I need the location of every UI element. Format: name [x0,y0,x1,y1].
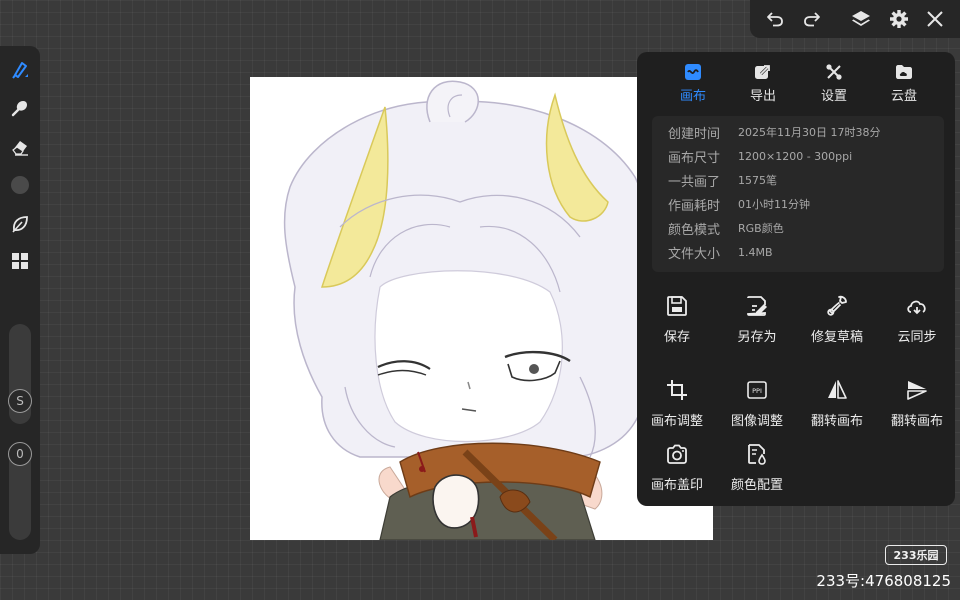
flip-canvas-vertical-button[interactable]: 翻转画布 [877,378,957,438]
canvas-info: 创建时间 2025年11月30日 17时38分 画布尺寸 1200×1200 -… [652,116,944,272]
canvas-icon [685,64,701,80]
redo-icon [804,12,820,27]
color-profile-label: 颜色配置 [730,478,783,493]
flip-canvas-horizontal-button[interactable]: 翻转画布 [797,378,877,438]
tab-cloud-drive[interactable]: 云盘 [869,60,939,106]
settings-button[interactable] [886,6,912,32]
undo-icon [767,12,783,27]
cloud-sync-icon [907,300,926,315]
repair-draft-label: 修复草稿 [810,330,863,345]
tab-canvas-label: 画布 [679,89,706,104]
close-button[interactable] [922,6,948,32]
grid-icon [12,253,28,269]
watermark-logo: 233乐园 [885,545,947,565]
size-slider-label: S [16,394,24,408]
tools-icon [826,64,842,80]
cloud-sync-button[interactable]: 云同步 [877,294,957,354]
info-row-file-size: 文件大小 1.4MB [668,242,773,262]
info-key: 颜色模式 [668,222,721,238]
tab-settings-label: 设置 [820,89,847,104]
info-key: 一共画了 [668,174,721,190]
layers-button[interactable] [848,6,874,32]
panel-tabs: 画布 导出 设置 云盘 [637,60,955,106]
watermark-id: 233号:476808125 [816,572,951,590]
canvas-adjust-button[interactable]: 画布调整 [637,378,717,438]
repair-draft-button[interactable]: 修复草稿 [797,294,877,354]
left-toolbar: S 0 [0,46,40,554]
info-value: RGB颜色 [738,222,784,235]
tab-export-label: 导出 [749,89,776,104]
color-profile-button[interactable]: 颜色配置 [717,442,797,502]
tab-export[interactable]: 导出 [728,60,798,106]
redo-button[interactable] [799,6,825,32]
brush-icon [12,62,28,79]
top-toolbar [750,0,960,38]
image-adjust-label: 图像调整 [730,414,783,429]
export-icon [755,64,771,79]
gear-icon [890,10,908,28]
close-icon [927,11,943,27]
tab-canvas[interactable]: 画布 [658,60,728,106]
info-value: 1.4MB [738,245,773,259]
save-as-label: 另存为 [737,330,777,345]
info-value: 01小时11分钟 [738,198,810,211]
save-as-icon [747,296,767,316]
color-profile-icon [748,444,766,465]
brush-tool[interactable] [6,56,34,84]
flip-canvas-horizontal-label: 翻转画布 [810,414,863,429]
save-button[interactable]: 保存 [637,294,717,354]
layers-icon [852,11,870,26]
wrench-icon [827,295,847,316]
info-row-size: 画布尺寸 1200×1200 - 300ppi [668,146,852,166]
info-key: 创建时间 [668,126,721,142]
info-value: 1575笔 [738,174,777,187]
color-swatch-icon [11,176,29,194]
undo-button[interactable] [762,6,788,32]
ppi-icon: PPI [747,381,767,399]
info-row-duration: 作画耗时 01小时11分钟 [668,194,810,214]
info-row-created: 创建时间 2025年11月30日 17时38分 [668,122,880,142]
smudge-icon [11,101,27,117]
save-label: 保存 [663,330,690,345]
info-value: 2025年11月30日 17时38分 [738,126,881,139]
save-as-button[interactable]: 另存为 [717,294,797,354]
save-icon [667,296,687,316]
tab-cloud-drive-label: 云盘 [890,89,917,104]
eraser-icon [12,141,28,156]
info-row-strokes: 一共画了 1575笔 [668,170,777,190]
flip-vertical-icon [907,381,927,400]
leaf-tool[interactable] [6,210,34,238]
canvas-stamp-label: 画布盖印 [650,478,703,493]
info-key: 画布尺寸 [668,150,721,166]
cloud-sync-label: 云同步 [897,330,937,345]
camera-icon [667,444,687,464]
info-value: 1200×1200 - 300ppi [738,149,853,163]
grid-tool[interactable] [6,247,34,275]
crop-icon [667,380,687,400]
flip-canvas-vertical-label: 翻转画布 [890,414,943,429]
leaf-icon [12,216,28,233]
info-row-color-mode: 颜色模式 RGB颜色 [668,218,784,238]
color-swatch[interactable] [6,171,34,199]
canvas-adjust-label: 画布调整 [650,414,703,429]
opacity-slider-knob[interactable]: 0 [8,442,32,466]
image-adjust-button[interactable]: PPI 图像调整 [717,378,797,438]
cloud-folder-icon [896,65,912,79]
flip-horizontal-icon [828,380,847,399]
info-key: 文件大小 [668,246,721,262]
size-slider-knob[interactable]: S [8,389,32,413]
tab-settings[interactable]: 设置 [799,60,869,106]
info-key: 作画耗时 [668,198,721,214]
canvas-stamp-button[interactable]: 画布盖印 [637,442,717,502]
ppi-icon-text: PPI [752,387,762,395]
opacity-slider-label: 0 [16,447,24,461]
smudge-tool[interactable] [6,94,34,122]
eraser-tool[interactable] [6,133,34,161]
canvas-menu-panel: 画布 导出 设置 云盘 创建时间 2025年11月30日 17时38分 画布尺寸… [637,52,955,506]
